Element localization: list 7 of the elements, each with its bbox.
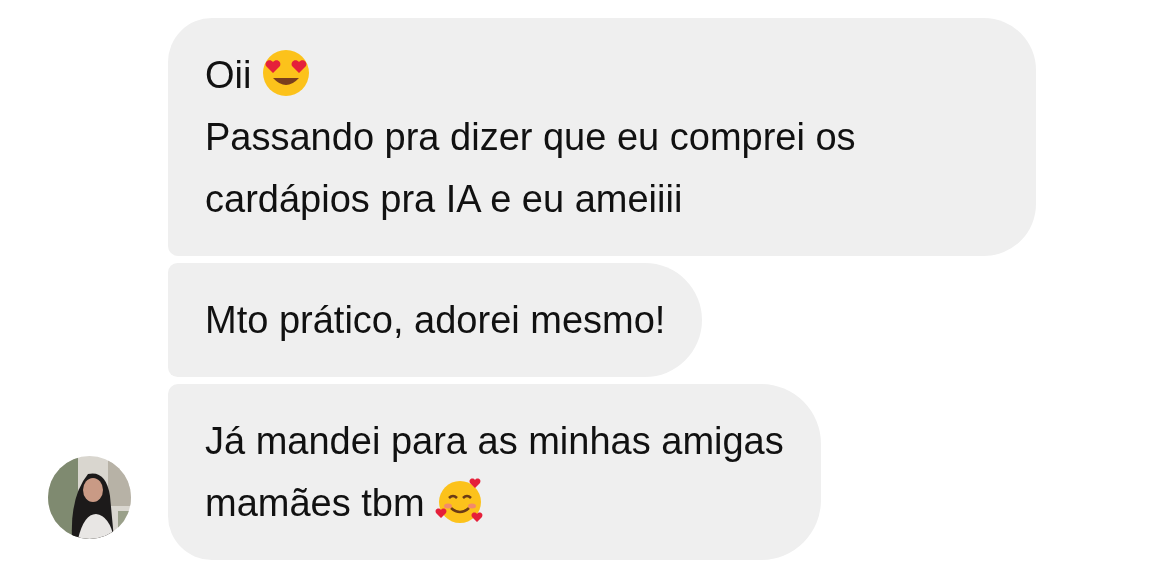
message-text: Já mandei para as minhas amigas — [205, 420, 784, 462]
heart-eyes-emoji-icon — [261, 48, 312, 98]
message-text: Passando pra dizer que eu comprei os cardápios pra IA e eu ameiiii — [205, 116, 856, 220]
message-text: mamães tbm — [205, 482, 425, 524]
message-text: Mto prático, adorei mesmo! — [205, 299, 666, 341]
message-text: Oii — [205, 54, 252, 96]
smiling-face-with-hearts-icon — [434, 476, 485, 526]
